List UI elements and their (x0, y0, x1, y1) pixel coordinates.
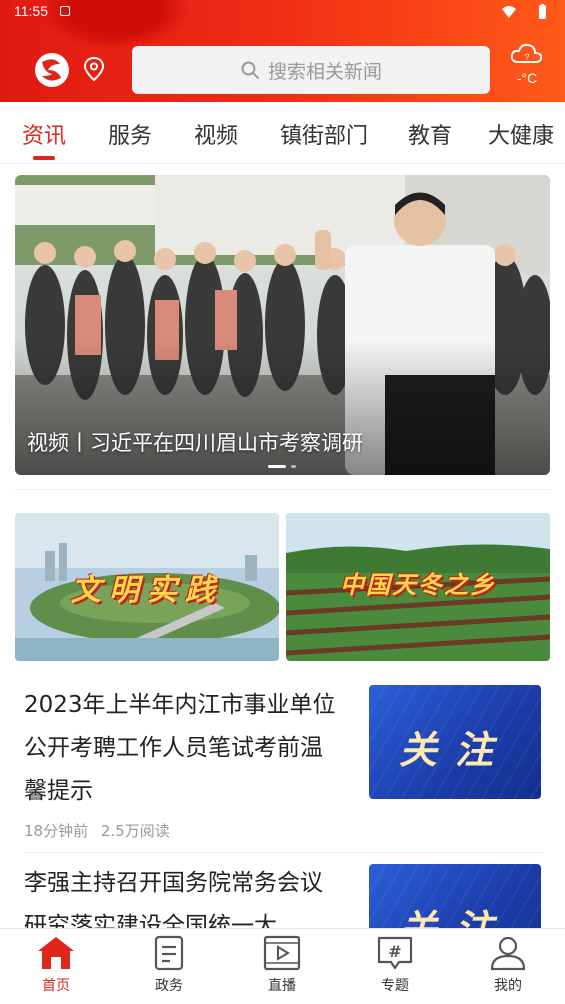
active-tab-indicator (33, 156, 55, 160)
promo-tiandong-hometown[interactable]: 中国天冬之乡 (286, 513, 550, 661)
news-title: 2023年上半年内江市事业单位公开考聘工作人员笔试考前温馨提示 (24, 692, 336, 804)
headline-banner[interactable]: 视频丨习近平在四川眉山市考察调研 (15, 175, 550, 475)
live-video-icon (263, 935, 301, 971)
home-icon (38, 937, 74, 969)
tab-health[interactable]: 大健康 (488, 118, 554, 152)
news-divider (24, 852, 544, 853)
logo-icon (35, 53, 69, 87)
tab-news[interactable]: 资讯 (22, 118, 66, 152)
news-thumbnail: 关注 (369, 864, 541, 928)
news-read-count: 2.5万阅读 (100, 822, 170, 840)
tab-video[interactable]: 视频 (194, 118, 238, 152)
promo-title: 中国天冬之乡 (340, 570, 496, 599)
search-input[interactable]: 搜索相关新闻 (132, 46, 490, 94)
nav-label: 政务 (155, 978, 183, 994)
nav-label: 直播 (268, 978, 296, 994)
status-indicators (501, 4, 551, 20)
carousel-indicator (268, 465, 308, 469)
svg-text:?: ? (524, 52, 529, 62)
thumbnail-text: 关注 (398, 727, 511, 772)
hashtag-topic-icon: # (377, 936, 413, 970)
search-icon (241, 61, 259, 79)
notification-icon (60, 6, 70, 16)
tab-education[interactable]: 教育 (408, 118, 452, 152)
search-placeholder: 搜索相关新闻 (267, 60, 382, 83)
nav-profile[interactable]: 我的 (468, 935, 548, 995)
nav-government[interactable]: 政务 (129, 935, 209, 995)
weather-temperature: -°C (516, 70, 538, 86)
svg-text:#: # (388, 942, 401, 961)
nav-live[interactable]: 直播 (242, 935, 322, 995)
banner-caption: 视频丨习近平在四川眉山市考察调研 (27, 431, 363, 455)
location-icon[interactable] (83, 56, 105, 82)
cloud-weather-icon: ? (510, 43, 543, 63)
news-title: 李强主持召开国务院常务会议 研究落实建设全国统一大 (24, 870, 323, 928)
app-header: 11:55 搜索相关新闻 ? -°C (0, 0, 565, 102)
promo-civilization-practice[interactable]: 文明实践 (15, 513, 279, 661)
nav-label: 我的 (494, 978, 522, 994)
bottom-navigation: 首页 政务 直播 # 专题 我的 (0, 928, 565, 1004)
status-bar: 11:55 (0, 0, 565, 24)
document-icon (154, 935, 184, 971)
app-root: 11:55 搜索相关新闻 ? -°C 资讯 服务 视频 镇街部门 教育 大健康 … (0, 0, 565, 1004)
status-time: 11:55 (14, 3, 48, 19)
tab-town-departments[interactable]: 镇街部门 (280, 118, 368, 152)
nav-topics[interactable]: # 专题 (355, 935, 435, 995)
section-divider (15, 489, 550, 490)
nav-home[interactable]: 首页 (16, 935, 96, 995)
news-meta: 18分钟前 2.5万阅读 (24, 820, 178, 841)
nav-label: 专题 (381, 978, 409, 994)
carousel-dot (291, 465, 296, 468)
category-tabs: 资讯 服务 视频 镇街部门 教育 大健康 (0, 102, 565, 164)
promo-title: 文明实践 (71, 573, 223, 608)
thumbnail-text: 关注 (369, 898, 541, 928)
news-item[interactable]: 2023年上半年内江市事业单位公开考聘工作人员笔试考前温馨提示 18分钟前 2.… (0, 684, 565, 844)
tab-services[interactable]: 服务 (108, 118, 152, 152)
nav-label: 首页 (42, 978, 70, 994)
profile-icon (490, 936, 526, 971)
news-time: 18分钟前 (24, 822, 89, 840)
carousel-dot-active (268, 465, 286, 468)
app-logo[interactable] (34, 52, 70, 88)
news-thumbnail: 关注 (369, 685, 541, 799)
news-item[interactable]: 李强主持召开国务院常务会议 研究落实建设全国统一大 关注 (0, 862, 565, 928)
wifi-battery-icon (502, 4, 546, 19)
weather-widget[interactable]: ? -°C (500, 40, 554, 100)
